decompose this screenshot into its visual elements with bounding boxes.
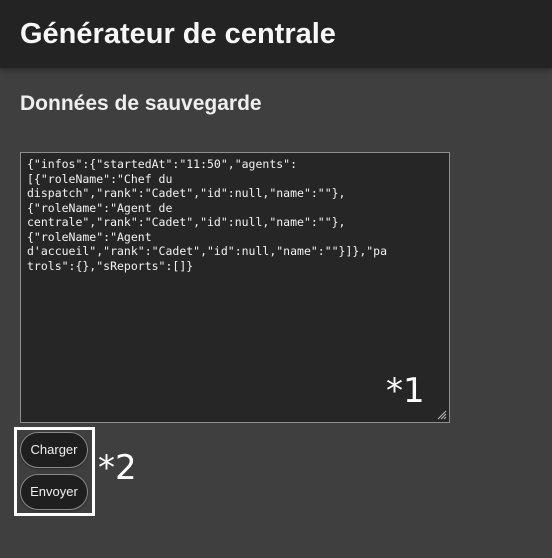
send-button[interactable]: Envoyer — [20, 474, 88, 510]
annotation-marker-1: *1 — [386, 371, 425, 411]
app-header: Générateur de centrale — [0, 0, 552, 68]
save-data-textarea[interactable]: {"infos":{"startedAt":"11:50","agents": … — [21, 153, 449, 422]
annotation-marker-2: *2 — [98, 448, 137, 488]
load-button[interactable]: Charger — [20, 432, 88, 468]
save-data-section-title: Données de sauvegarde — [20, 92, 262, 115]
app-title: Générateur de centrale — [20, 18, 336, 50]
